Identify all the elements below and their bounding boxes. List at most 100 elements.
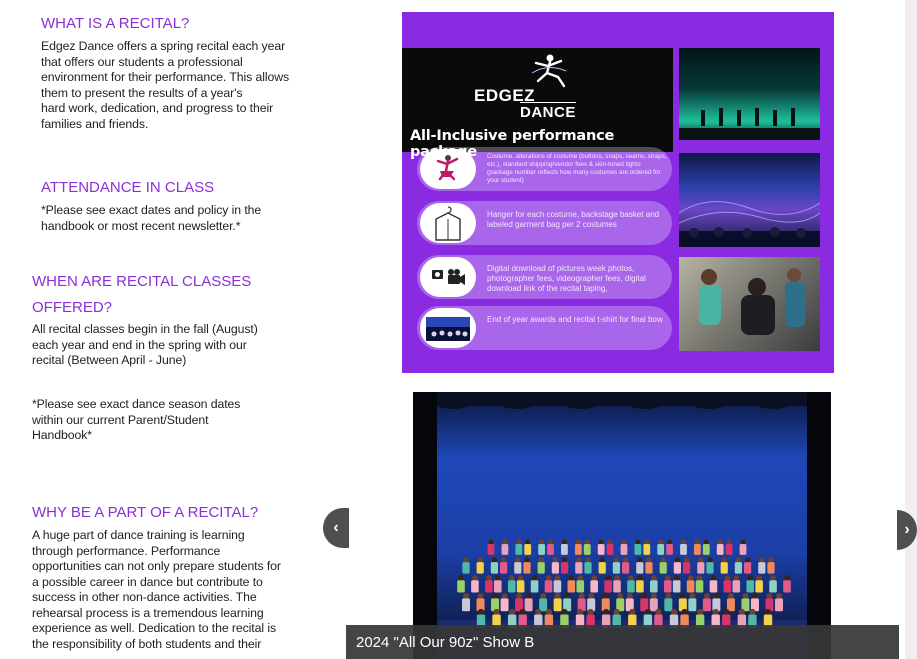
dancer-body <box>507 580 516 593</box>
package-item: Digital download of pictures week photos… <box>417 255 672 299</box>
text-line: environment for their performance. This … <box>41 70 290 84</box>
dancer-head <box>646 557 652 563</box>
dancer-head <box>696 608 704 616</box>
dancer-head <box>576 557 582 563</box>
text-line: *Please see exact dates and policy in th… <box>41 203 262 217</box>
dancer-head <box>694 539 700 545</box>
dancer-head <box>576 608 584 616</box>
dancer-body <box>716 544 724 555</box>
dancer-head <box>629 608 636 616</box>
dancer-body <box>645 562 653 574</box>
dancer-head <box>494 575 501 581</box>
dancer-body <box>457 580 465 593</box>
slideshow-prev-button[interactable]: ‹ <box>323 508 349 548</box>
dancer-head <box>552 557 559 563</box>
people-silhouette-icon <box>699 268 805 335</box>
dancer-head <box>516 539 522 545</box>
text-line: rehearsal process is a tremendous learni… <box>32 605 264 620</box>
dancer-body <box>659 562 667 574</box>
attendance-text: *Please see exact dates and policy in th… <box>41 203 261 234</box>
text-line: *Please see exact dance season dates <box>32 397 241 411</box>
stage-group-photo <box>413 392 831 659</box>
text-line: them to present the results of a year's <box>41 85 243 100</box>
dancer-body <box>739 544 747 555</box>
dancer-body <box>476 562 484 574</box>
dancer-body <box>666 544 673 555</box>
dancer-head <box>587 608 594 616</box>
dancer-body <box>561 544 568 555</box>
dancer-head <box>696 575 703 581</box>
dancer-body <box>524 598 533 612</box>
dancer-body <box>769 580 777 593</box>
dancer-body <box>636 580 644 593</box>
chevron-left-icon: ‹ <box>333 519 339 536</box>
dancer-head <box>607 539 613 545</box>
dancer-head <box>540 593 547 599</box>
dancer-head <box>622 557 629 563</box>
dancer-head <box>508 575 515 581</box>
dancer-head <box>681 608 688 616</box>
slideshow-next-button[interactable]: › <box>897 510 917 550</box>
dancer-body <box>783 580 791 593</box>
text-line: each year and end in the spring with our <box>32 337 247 352</box>
dancer-head <box>554 575 561 581</box>
garment-bag-icon <box>420 203 476 243</box>
dancer-body <box>590 580 598 593</box>
when-text: All recital classes begin in the fall (A… <box>32 322 258 369</box>
dancer-head <box>585 557 591 563</box>
season-note: *Please see exact dance season dates wit… <box>32 397 240 444</box>
dancer-head <box>599 557 605 563</box>
dancer-head <box>602 608 610 616</box>
stage-photo-green <box>679 48 820 140</box>
dancer-body <box>673 562 681 574</box>
dancer-head <box>703 593 710 599</box>
text-line: A huge part of dance training is learnin… <box>32 528 245 542</box>
dancer-head <box>613 608 620 616</box>
package-item: Costume, alterations of costume (buttons… <box>417 147 672 191</box>
dancer-body <box>636 562 644 574</box>
dancer-head <box>602 593 609 599</box>
dancer-body <box>514 562 522 574</box>
dancer-body <box>695 580 704 593</box>
dancer-body <box>664 598 673 612</box>
chevron-right-icon: › <box>904 521 910 538</box>
package-item-text: End of year awards and recital t-shirt f… <box>487 315 663 324</box>
dancer-body <box>583 544 591 555</box>
dancer-body <box>515 544 523 555</box>
dancer-head <box>680 539 687 545</box>
dancer-head <box>712 608 719 616</box>
dancer-head <box>726 539 732 545</box>
dancer-body <box>612 562 620 574</box>
package-item-text: Hanger for each costume, backstage baske… <box>487 210 660 229</box>
dancer-body <box>744 562 752 574</box>
dancer-head <box>641 593 648 599</box>
dancer-head <box>564 593 571 599</box>
dancer-body <box>643 544 651 555</box>
dancer-head <box>578 593 585 599</box>
recital-heading: WHAT IS A RECITAL? <box>41 15 190 32</box>
dancer-head <box>508 608 516 616</box>
dancer-head <box>502 539 508 545</box>
dancer-body <box>706 562 714 574</box>
package-item-text: Digital download of pictures week photos… <box>487 264 646 293</box>
dancer-head <box>784 575 790 581</box>
crowd-silhouette-icon <box>679 201 820 247</box>
dancer-head <box>707 557 713 563</box>
dancer-head <box>517 575 524 581</box>
page-content: WHAT IS A RECITAL? Edgez Dance offers a … <box>0 0 905 659</box>
dancer-body <box>490 562 498 574</box>
dancer-body <box>539 598 548 612</box>
dancer-body <box>553 598 562 612</box>
dancer-body <box>567 580 576 593</box>
dancer-head <box>766 593 773 599</box>
dancer-head <box>463 557 469 563</box>
dancer-body <box>598 562 606 574</box>
text-line: opportunities can not only prepare stude… <box>32 559 281 573</box>
dancer-head <box>628 575 634 581</box>
dancer-head <box>723 608 730 616</box>
camera-icon <box>420 257 476 297</box>
slideshow-image <box>413 392 831 659</box>
dancer-head <box>617 593 624 599</box>
dancer-body <box>622 562 630 574</box>
dancer-head <box>477 593 484 599</box>
